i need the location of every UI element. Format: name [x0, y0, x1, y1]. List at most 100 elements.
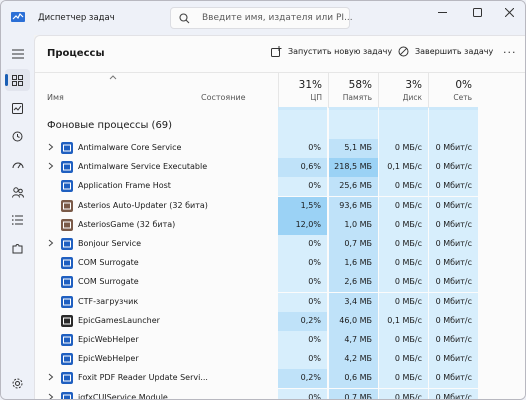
cpu-label: ЦП [310, 93, 322, 102]
process-name: CTF-загрузчик [78, 296, 139, 306]
column-disk[interactable]: 3% Диск [378, 73, 428, 108]
column-name[interactable]: Имя [47, 93, 64, 102]
process-disk-value: 0 МБ/с [379, 139, 428, 158]
processes-icon [12, 74, 23, 86]
close-icon [504, 7, 514, 17]
process-row[interactable]: EpicGamesLauncher 0,2% 46,0 МБ 0,1 МБ/с 0 Мб… [35, 311, 525, 331]
task-manager-window: Диспетчер задач Введите имя, издателя ил… [0, 0, 526, 400]
process-cpu-value: 0% [278, 388, 327, 399]
process-row[interactable]: COM Surrogate 0% 2,6 МБ 0 МБ/с 0 Мбит/с [35, 273, 525, 293]
process-disk-value: 0 МБ/с [379, 215, 428, 235]
process-row[interactable]: igfxCUIService Module 0% 0,7 МБ 0 МБ/с 0 Мби… [35, 388, 525, 400]
column-cpu[interactable]: 31% ЦП [278, 73, 328, 108]
maximize-button[interactable] [466, 5, 488, 19]
process-row[interactable]: Antimalware Service Executable 0,6% 218,5 … [35, 158, 525, 178]
chevron-right-icon[interactable] [48, 239, 54, 249]
process-name: igfxCUIService Module [78, 392, 168, 400]
group-memory-cell [329, 110, 378, 139]
memory-total: 58% [348, 79, 372, 91]
process-cpu-value: 0% [278, 254, 327, 274]
nav-services[interactable] [5, 237, 30, 259]
process-network-value: 0 Мбит/с [429, 331, 478, 350]
nav-processes[interactable] [5, 69, 30, 91]
nav-users[interactable] [5, 181, 30, 203]
process-cpu-value: 0% [278, 177, 327, 197]
process-row[interactable]: Antimalware Core Service 0% 5,1 МБ 0 МБ/с 0 … [35, 139, 525, 158]
process-network-value: 0 Мбит/с [429, 292, 478, 312]
processes-page: Процессы Запустить новую задачу Завершит… [34, 35, 525, 399]
process-cpu-value: 0,2% [278, 311, 327, 331]
process-disk-value: 0,1 МБ/с [379, 311, 428, 331]
disk-total: 3% [405, 79, 422, 91]
more-options-button[interactable]: ··· [503, 46, 517, 59]
network-label: Сеть [453, 93, 472, 102]
process-name: Foxit PDF Reader Update Servi... [78, 373, 208, 383]
process-network-value: 0 Мбит/с [429, 196, 478, 216]
process-disk-value: 0 МБ/с [379, 177, 428, 197]
column-memory[interactable]: 58% Память [328, 73, 378, 108]
run-new-task-button[interactable]: Запустить новую задачу [271, 46, 392, 57]
process-row[interactable]: Application Frame Host 0% 25,6 МБ 0 МБ/с 0 М… [35, 177, 525, 197]
background-processes-heading: Фоновые процессы (69) [47, 120, 173, 131]
search-icon [179, 13, 190, 24]
process-row[interactable]: EpicWebHelper 0% 4,2 МБ 0 МБ/с 0 Мбит/с [35, 350, 525, 370]
nav-startup-apps[interactable] [5, 153, 30, 175]
process-disk-value: 0 МБ/с [379, 273, 428, 293]
process-row[interactable]: Foxit PDF Reader Update Servi... 0,2% 0,6 … [35, 369, 525, 389]
column-status[interactable]: Состояние [201, 93, 246, 102]
process-row[interactable]: Bonjour Service 0% 0,7 МБ 0 МБ/с 0 Мбит/с [35, 235, 525, 254]
history-icon [12, 131, 23, 141]
users-icon [11, 186, 24, 198]
search-input[interactable]: Введите имя, издателя или PI... [202, 13, 353, 23]
process-memory-value: 0,7 МБ [329, 388, 378, 399]
nav-app-history[interactable] [5, 125, 30, 147]
chevron-right-icon[interactable] [48, 162, 54, 172]
process-name: COM Surrogate [78, 277, 139, 287]
process-row[interactable]: Asterios Auto-Updater (32 бита) 1,5% 93,6 … [35, 196, 525, 216]
window-app-icon [61, 334, 73, 346]
nav-settings[interactable] [5, 372, 30, 394]
shield-app-icon [61, 142, 73, 154]
process-memory-value: 218,5 МБ [329, 158, 378, 178]
run-new-task-label: Запустить новую задачу [288, 47, 393, 56]
end-task-label: Завершить задачу [415, 47, 494, 56]
process-row[interactable]: EpicWebHelper 0% 4,7 МБ 0 МБ/с 0 Мбит/с [35, 331, 525, 350]
process-cpu-value: 1,5% [278, 196, 327, 216]
window-app-icon [61, 276, 73, 289]
hamburger-menu-button[interactable] [5, 43, 30, 65]
process-row[interactable]: AsteriosGame (32 бита) 12,0% 1,0 МБ 0 МБ/с 0… [35, 215, 525, 235]
nav-performance[interactable] [5, 97, 30, 119]
process-disk-value: 0 МБ/с [379, 235, 428, 254]
nav-details[interactable] [5, 209, 30, 231]
search-box[interactable]: Введите имя, издателя или PI... [170, 7, 353, 29]
chevron-right-icon[interactable] [48, 143, 54, 153]
process-row[interactable]: CTF-загрузчик 0% 3,4 МБ 0 МБ/с 0 Мбит/с [35, 292, 525, 312]
services-puzzle-icon [12, 243, 23, 253]
minimize-button[interactable] [431, 5, 453, 19]
shield-app-icon [61, 161, 73, 174]
process-network-value: 0 Мбит/с [429, 350, 478, 370]
group-network-cell [429, 110, 478, 139]
window-app-icon [61, 180, 73, 193]
close-button[interactable] [498, 5, 520, 19]
process-memory-value: 46,0 МБ [329, 311, 378, 331]
process-network-value: 0 Мбит/с [429, 177, 478, 197]
task-manager-app-icon [11, 12, 25, 22]
column-network[interactable]: 0% Сеть [428, 73, 478, 108]
process-name: EpicWebHelper [78, 335, 139, 344]
window-app-icon [61, 238, 73, 250]
process-memory-value: 2,6 МБ [329, 273, 378, 293]
sort-chevron-icon [109, 75, 117, 80]
chevron-right-icon[interactable] [48, 393, 54, 399]
process-row[interactable]: COM Surrogate 0% 1,6 МБ 0 МБ/с 0 Мбит/с [35, 254, 525, 274]
run-task-icon [271, 46, 282, 57]
process-network-value: 0 Мбит/с [429, 139, 478, 158]
process-cpu-value: 0% [278, 331, 327, 350]
chevron-right-icon[interactable] [48, 373, 54, 383]
window-app-icon [61, 257, 73, 270]
process-memory-value: 93,6 МБ [329, 196, 378, 216]
network-total: 0% [455, 79, 472, 91]
end-task-button[interactable]: Завершить задачу [398, 46, 493, 57]
keyboard-app-icon [61, 295, 73, 308]
process-cpu-value: 0% [278, 292, 327, 312]
